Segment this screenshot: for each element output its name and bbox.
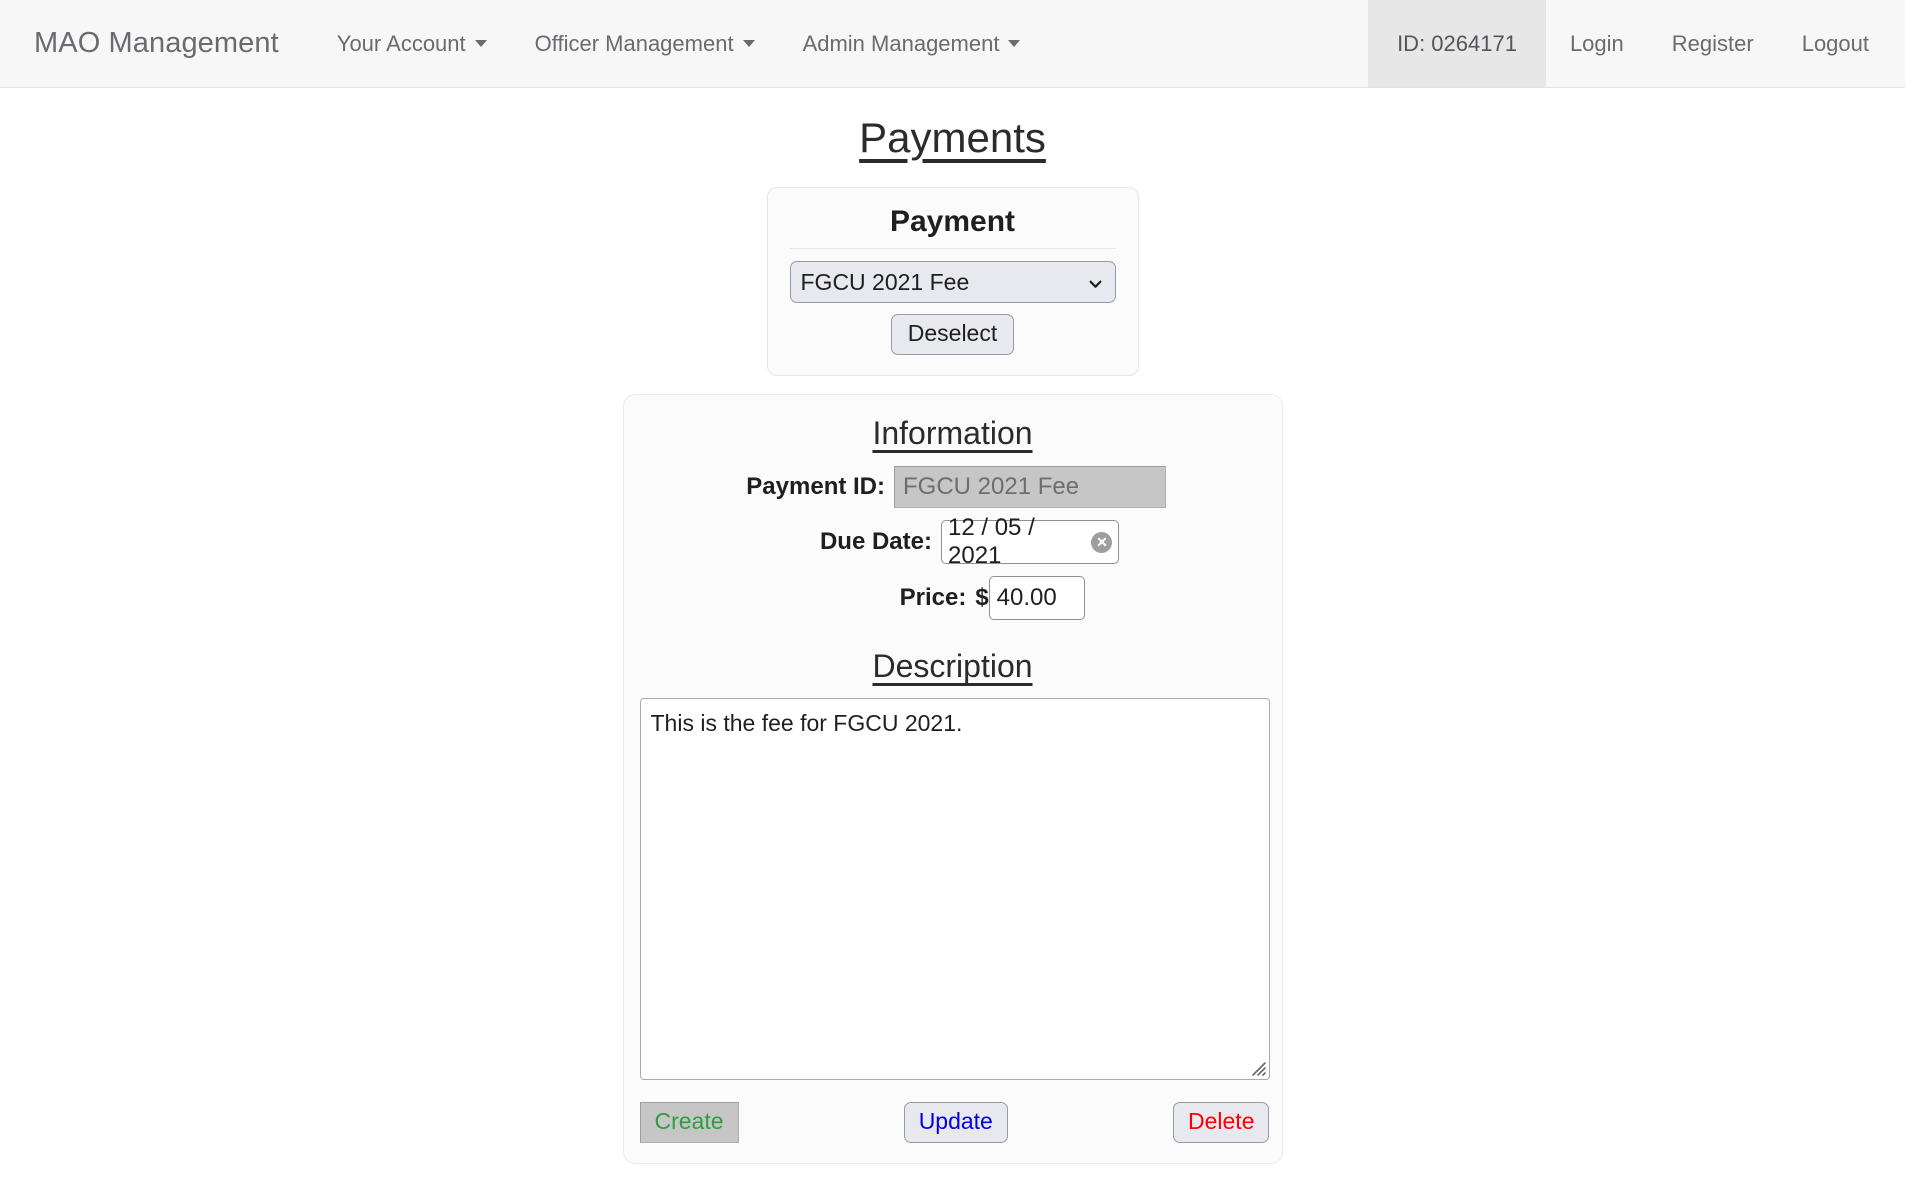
due-date-label: Due Date:: [819, 528, 932, 556]
clear-circle-icon[interactable]: [1091, 531, 1112, 553]
price-label: Price:: [899, 584, 967, 612]
secondary-nav: ID: 0264171 Login Register Logout: [1368, 0, 1905, 87]
payment-select-wrapper: FGCU 2021 Fee: [789, 261, 1116, 303]
payment-id-control: [894, 466, 1166, 509]
chevron-down-icon: [742, 40, 755, 47]
nav-menu-admin-management[interactable]: Admin Management: [779, 0, 1045, 87]
nav-menu-your-account[interactable]: Your Account: [313, 0, 511, 87]
nav-link-register[interactable]: Register: [1648, 0, 1778, 87]
price-input[interactable]: [988, 576, 1085, 621]
user-id-badge[interactable]: ID: 0264171: [1368, 0, 1546, 87]
price-control: $: [975, 576, 1085, 621]
description-wrapper: [639, 697, 1270, 1080]
brand-logo[interactable]: MAO Management: [0, 0, 299, 87]
due-date-row: Due Date: 12 / 05 / 2021: [640, 514, 1266, 569]
nav-menu-officer-management-label: Officer Management: [534, 30, 734, 56]
payment-id-label: Payment ID:: [746, 473, 885, 501]
due-date-value: 12 / 05 / 2021: [948, 514, 1035, 570]
payment-selector-card: Payment FGCU 2021 Fee Deselect: [766, 186, 1139, 376]
page-body: Payments Payment FGCU 2021 Fee Deselect …: [0, 112, 1905, 1164]
due-date-control: 12 / 05 / 2021: [941, 514, 1119, 569]
nav-link-login[interactable]: Login: [1546, 0, 1648, 87]
chevron-down-icon: [474, 40, 487, 47]
nav-menu-admin-management-label: Admin Management: [802, 30, 1000, 56]
due-date-input[interactable]: 12 / 05 / 2021: [941, 514, 1119, 569]
nav-menu-your-account-label: Your Account: [336, 30, 466, 56]
description-heading: Description: [872, 648, 1033, 685]
payment-card-heading: Payment: [889, 204, 1016, 238]
nav-link-logout[interactable]: Logout: [1778, 0, 1905, 87]
nav-menu-officer-management[interactable]: Officer Management: [511, 0, 779, 87]
price-row: Price: $: [640, 576, 1266, 621]
deselect-row: Deselect: [790, 314, 1116, 355]
description-textarea[interactable]: [639, 697, 1270, 1080]
payment-id-input: [894, 466, 1166, 509]
navbar-spacer: [1044, 0, 1368, 87]
card-divider: [789, 248, 1116, 249]
deselect-button[interactable]: Deselect: [890, 314, 1015, 355]
information-card: Information Payment ID: Due Date: 12 / 0…: [622, 393, 1283, 1164]
payment-id-row: Payment ID:: [640, 466, 1266, 509]
chevron-down-icon: [1008, 40, 1021, 47]
payment-select[interactable]: FGCU 2021 Fee: [789, 261, 1116, 303]
primary-nav: Your Account Officer Management Admin Ma…: [299, 0, 1045, 87]
update-button[interactable]: Update: [903, 1101, 1008, 1143]
currency-symbol: $: [975, 584, 989, 612]
information-heading: Information: [872, 414, 1033, 451]
action-button-row: Create Update Delete: [639, 1101, 1270, 1143]
delete-button[interactable]: Delete: [1173, 1101, 1270, 1143]
create-button: Create: [639, 1101, 739, 1143]
top-navbar: MAO Management Your Account Officer Mana…: [0, 0, 1905, 88]
page-title: Payments: [859, 114, 1046, 161]
